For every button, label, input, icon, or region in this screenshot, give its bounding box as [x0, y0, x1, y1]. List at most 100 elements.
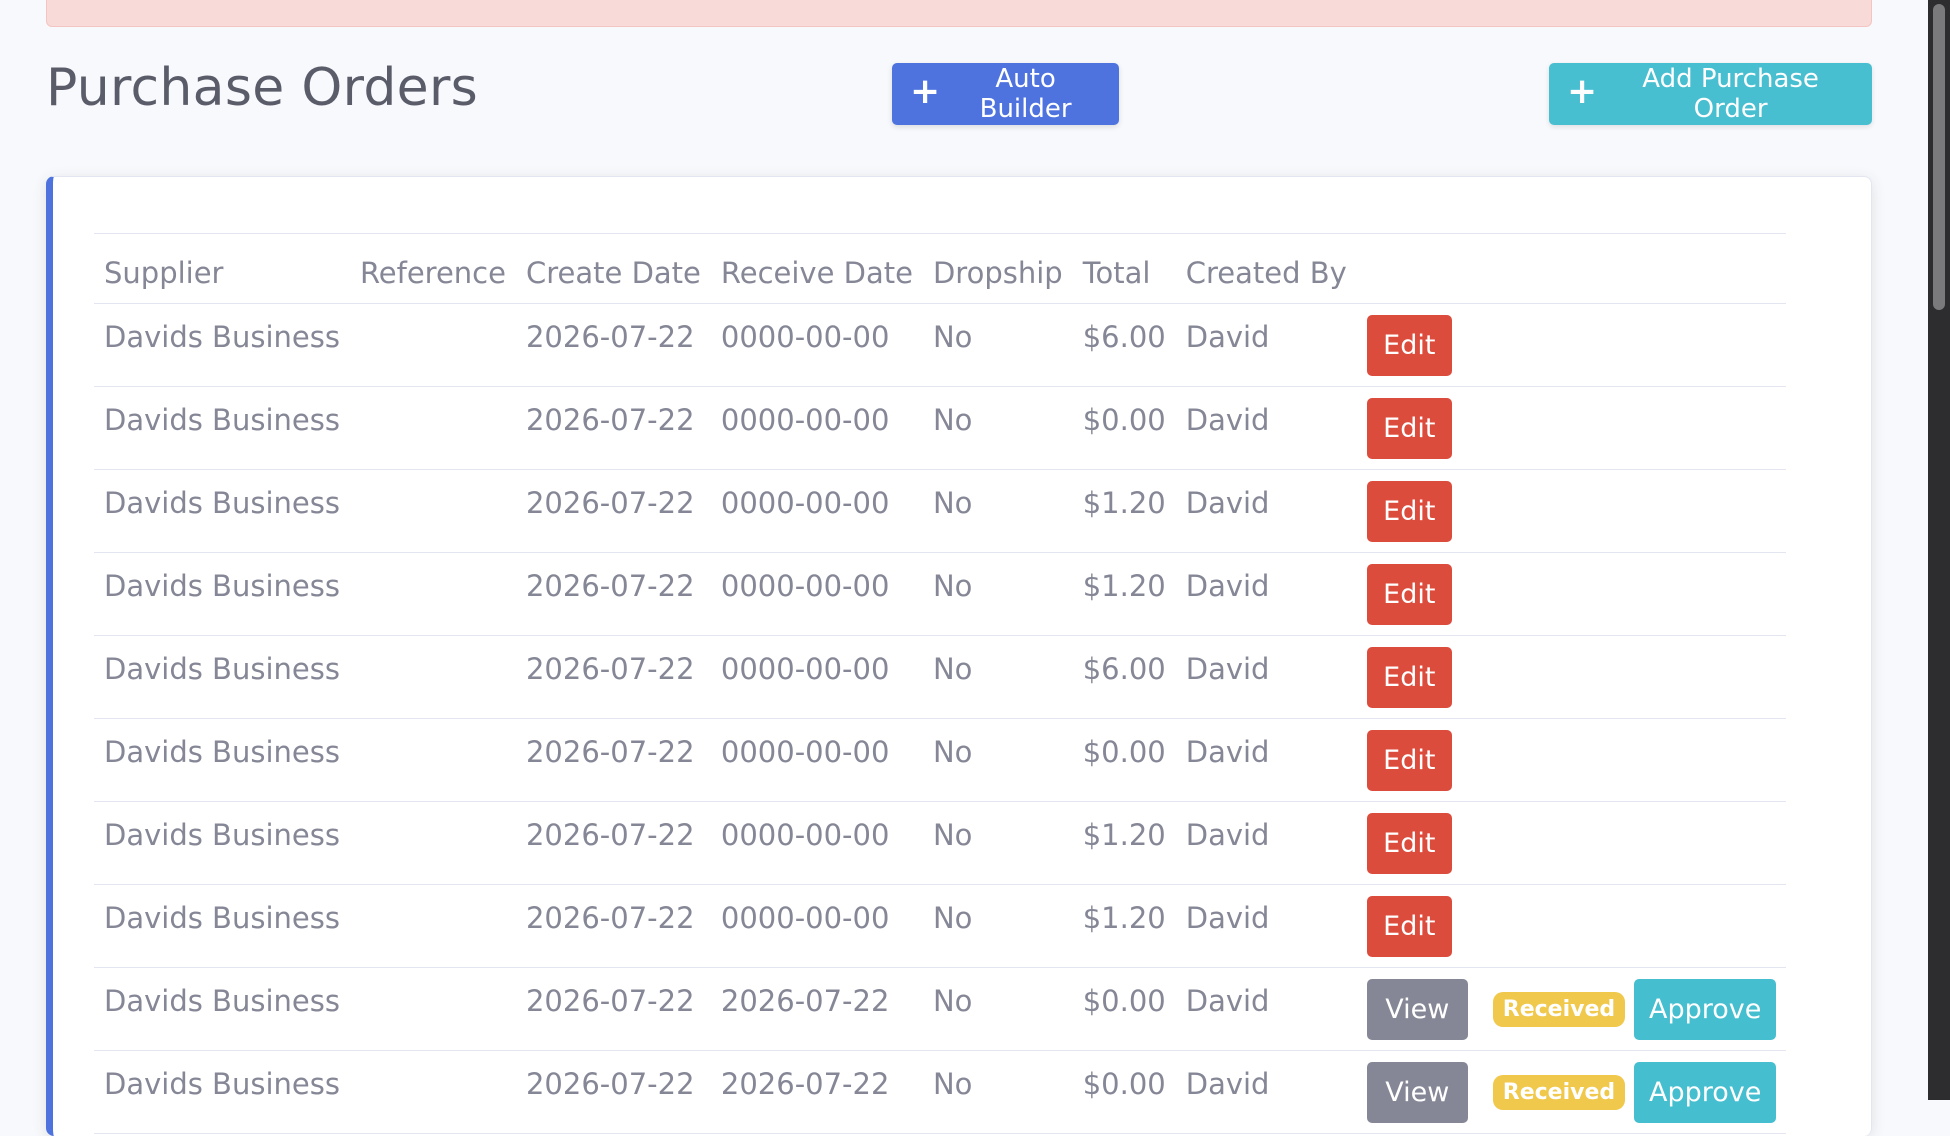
cell-receive-date: 0000-00-00 — [720, 403, 890, 437]
cell-total: $0.00 — [1082, 1067, 1166, 1101]
vertical-scrollbar[interactable] — [1928, 0, 1950, 1100]
cell-created-by: David — [1185, 320, 1270, 354]
auto-builder-button[interactable]: + Auto Builder — [892, 63, 1119, 125]
view-button[interactable]: View — [1366, 979, 1468, 1040]
column-header-supplier[interactable]: Supplier — [94, 234, 350, 304]
cell-reference — [350, 470, 516, 553]
edit-button[interactable]: Edit — [1366, 398, 1452, 459]
cell-dropship: No — [932, 320, 973, 354]
approve-button[interactable]: Approve — [1634, 1062, 1777, 1123]
cell-dropship: No — [932, 486, 973, 520]
table-row: Davids Business 2026-07-22 0000-00-00 No… — [94, 885, 1787, 968]
cell-actions: Edit — [1357, 885, 1786, 968]
column-header-actions — [1357, 234, 1786, 304]
cell-actions: Edit — [1357, 387, 1786, 470]
edit-button[interactable]: Edit — [1366, 896, 1452, 957]
cell-dropship: No — [932, 1067, 973, 1101]
cell-dropship: No — [932, 735, 973, 769]
cell-receive-date: 0000-00-00 — [720, 818, 890, 852]
cell-created-by: David — [1185, 403, 1270, 437]
cell-supplier: Davids Business — [104, 320, 340, 354]
cell-create-date: 2026-07-22 — [525, 486, 695, 520]
cell-total: $6.00 — [1082, 320, 1166, 354]
cell-receive-date: 0000-00-00 — [720, 569, 890, 603]
cell-dropship: No — [932, 652, 973, 686]
cell-total: $1.20 — [1082, 569, 1166, 603]
cell-created-by: David — [1185, 486, 1270, 520]
edit-button[interactable]: Edit — [1366, 481, 1452, 542]
table-row: Davids Business 2026-07-22 2026-07-22 No… — [94, 968, 1787, 1051]
edit-button[interactable]: Edit — [1366, 315, 1452, 376]
edit-button[interactable]: Edit — [1366, 813, 1452, 874]
cell-actions: Edit — [1357, 553, 1786, 636]
column-header-reference[interactable]: Reference — [350, 234, 516, 304]
column-header-dropship[interactable]: Dropship — [923, 234, 1073, 304]
cell-supplier: Davids Business — [104, 984, 340, 1018]
cell-reference — [350, 304, 516, 387]
column-header-total[interactable]: Total — [1073, 234, 1176, 304]
cell-create-date: 2026-07-22 — [525, 1067, 695, 1101]
cell-reference — [350, 719, 516, 802]
cell-supplier: Davids Business — [104, 818, 340, 852]
add-purchase-order-button[interactable]: + Add Purchase Order — [1549, 63, 1872, 125]
cell-create-date: 2026-07-22 — [525, 901, 695, 935]
table-header-row: Supplier Reference Create Date Receive D… — [94, 233, 1787, 304]
cell-receive-date: 0000-00-00 — [720, 735, 890, 769]
cell-reference — [350, 802, 516, 885]
cell-supplier: Davids Business — [104, 652, 340, 686]
cell-created-by: David — [1185, 901, 1270, 935]
cell-total: $1.20 — [1082, 818, 1166, 852]
cell-supplier: Davids Business — [104, 901, 340, 935]
cell-actions: Edit — [1357, 470, 1786, 553]
cell-total: $0.00 — [1082, 984, 1166, 1018]
cell-create-date: 2026-07-22 — [525, 403, 695, 437]
cell-create-date: 2026-07-22 — [525, 735, 695, 769]
cell-actions: Edit — [1357, 304, 1786, 387]
add-purchase-order-label: Add Purchase Order — [1642, 64, 1819, 124]
plus-icon: + — [910, 71, 941, 112]
table-row: Davids Business 2026-07-22 0000-00-00 No… — [94, 387, 1787, 470]
cell-create-date: 2026-07-22 — [525, 569, 695, 603]
purchase-orders-table: Supplier Reference Create Date Receive D… — [94, 233, 1787, 1134]
cell-dropship: No — [932, 403, 973, 437]
edit-button[interactable]: Edit — [1366, 647, 1452, 708]
cell-receive-date: 0000-00-00 — [720, 901, 890, 935]
table-row: Davids Business 2026-07-22 0000-00-00 No… — [94, 304, 1787, 387]
cell-supplier: Davids Business — [104, 403, 340, 437]
cell-supplier: Davids Business — [104, 735, 340, 769]
cell-create-date: 2026-07-22 — [525, 984, 695, 1018]
approve-button[interactable]: Approve — [1634, 979, 1777, 1040]
cell-actions: View Received Approve — [1357, 1051, 1786, 1134]
edit-button[interactable]: Edit — [1366, 730, 1452, 791]
cell-created-by: David — [1185, 735, 1270, 769]
view-button[interactable]: View — [1366, 1062, 1468, 1123]
column-header-receive-date[interactable]: Receive Date — [711, 234, 923, 304]
cell-created-by: David — [1185, 652, 1270, 686]
cell-reference — [350, 885, 516, 968]
cell-receive-date: 0000-00-00 — [720, 652, 890, 686]
page-title: Purchase Orders — [46, 58, 479, 118]
cell-created-by: David — [1185, 569, 1270, 603]
table-row: Davids Business 2026-07-22 0000-00-00 No… — [94, 719, 1787, 802]
cell-total: $6.00 — [1082, 652, 1166, 686]
cell-receive-date: 0000-00-00 — [720, 486, 890, 520]
cell-total: $0.00 — [1082, 403, 1166, 437]
table-row: Davids Business 2026-07-22 2026-07-22 No… — [94, 1051, 1787, 1134]
column-header-created-by[interactable]: Created By — [1176, 234, 1357, 304]
cell-actions: View Received Approve — [1357, 968, 1786, 1051]
edit-button[interactable]: Edit — [1366, 564, 1452, 625]
received-badge: Received — [1492, 1075, 1626, 1110]
cell-reference — [350, 387, 516, 470]
cell-dropship: No — [932, 901, 973, 935]
cell-create-date: 2026-07-22 — [525, 652, 695, 686]
column-header-create-date[interactable]: Create Date — [516, 234, 711, 304]
cell-dropship: No — [932, 569, 973, 603]
cell-supplier: Davids Business — [104, 569, 340, 603]
received-badge: Received — [1492, 992, 1626, 1027]
cell-created-by: David — [1185, 1067, 1270, 1101]
scrollbar-thumb[interactable] — [1933, 4, 1945, 310]
cell-total: $1.20 — [1082, 901, 1166, 935]
cell-reference — [350, 1051, 516, 1134]
cell-supplier: Davids Business — [104, 1067, 340, 1101]
cell-created-by: David — [1185, 818, 1270, 852]
